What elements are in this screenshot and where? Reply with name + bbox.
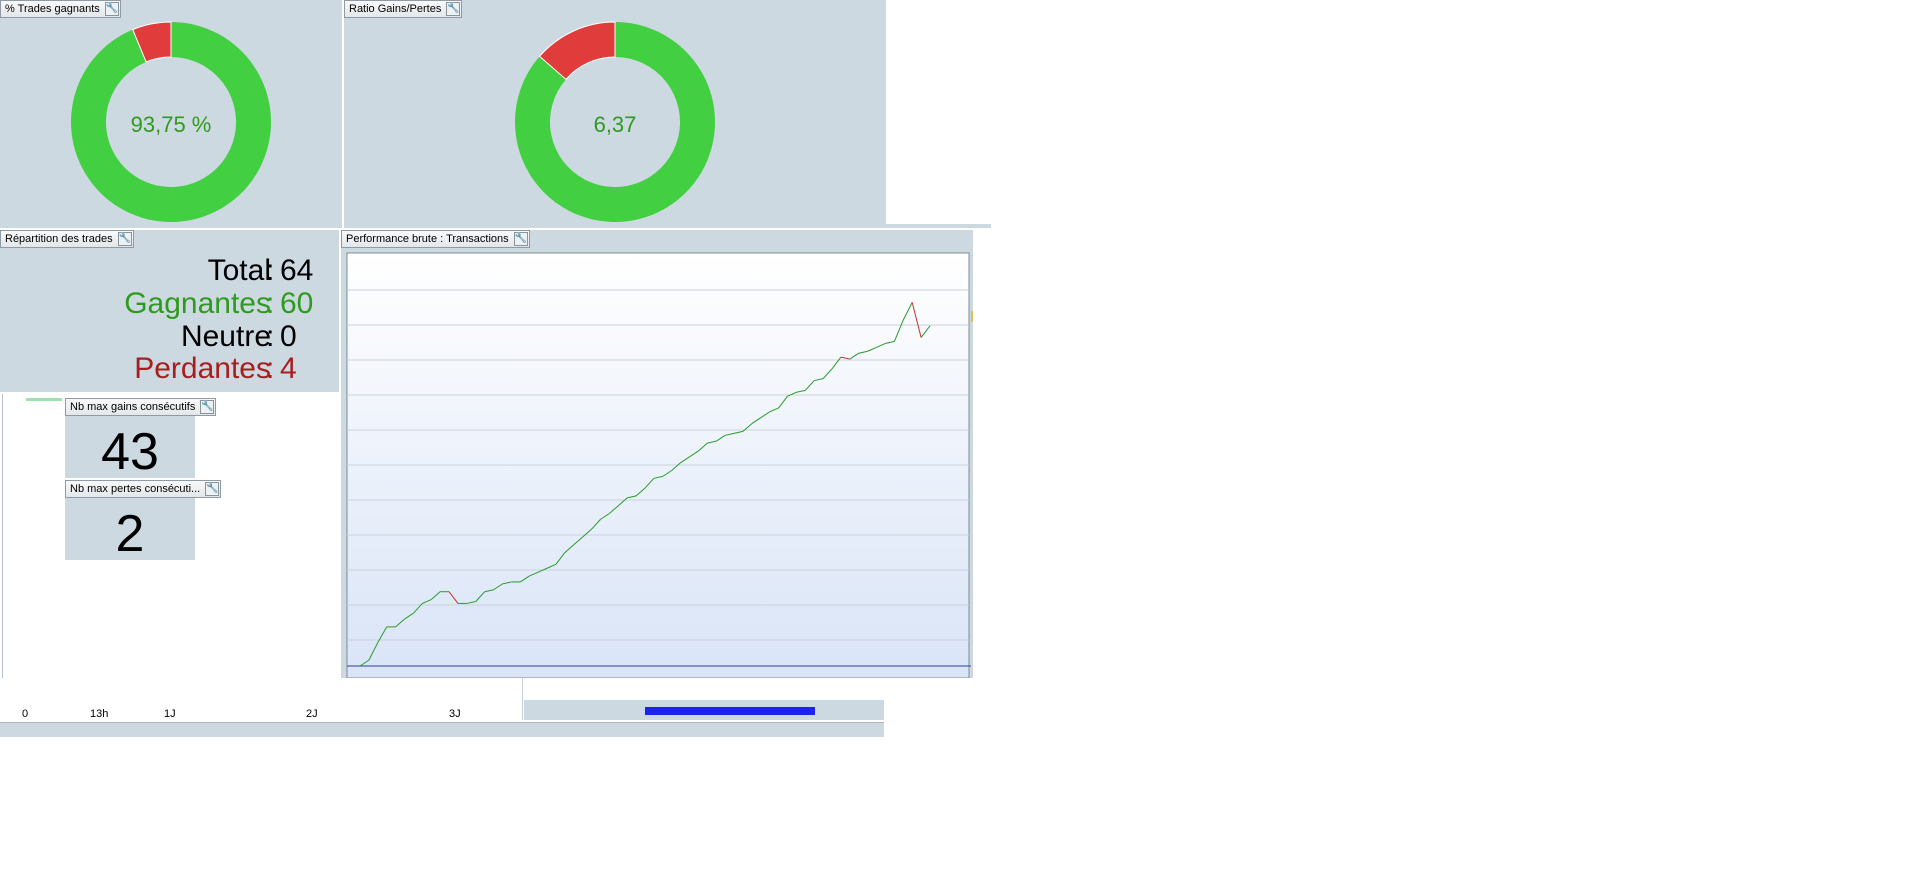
win-percentage: 93,75 % bbox=[130, 112, 212, 137]
timeline-label: 2J bbox=[306, 708, 318, 720]
loss-row: Perdantes : 4 bbox=[0, 352, 300, 392]
win-value: 60 bbox=[280, 287, 314, 320]
win-label: Gagnantes bbox=[124, 287, 271, 320]
distribution-panel: Répartition des trades 🔧 Total : 64 Gagna… bbox=[0, 230, 339, 392]
total-colon: : bbox=[266, 254, 275, 287]
distribution-title: Répartition des trades bbox=[5, 233, 113, 245]
timeline-label: 3J bbox=[449, 708, 461, 720]
win-colon: : bbox=[266, 287, 275, 320]
wrench-icon[interactable]: 🔧 bbox=[205, 482, 220, 496]
divider-strip bbox=[886, 224, 991, 228]
neutral-value: 0 bbox=[280, 320, 297, 353]
timeline-range-bar[interactable] bbox=[645, 707, 815, 715]
total-value: 64 bbox=[280, 254, 314, 287]
performance-panel: Performance brute : Transactions 🔧 bbox=[341, 230, 973, 678]
max-losses-title: Nb max pertes consécuti... bbox=[70, 483, 201, 495]
wrench-icon[interactable]: 🔧 bbox=[200, 400, 215, 414]
panel-title: Nb max gains consécutifs 🔧 bbox=[65, 398, 217, 416]
max-losses-value: 2 bbox=[115, 505, 145, 563]
gain-ratio-value: 6,37 bbox=[593, 112, 637, 137]
panel-title: Nb max pertes consécuti... 🔧 bbox=[65, 480, 222, 498]
axis-marker bbox=[971, 311, 973, 322]
neutral-colon: : bbox=[266, 320, 275, 353]
timeline-label: 1J bbox=[164, 708, 176, 720]
max-gains-title: Nb max gains consécutifs bbox=[70, 401, 196, 413]
performance-chart bbox=[346, 252, 973, 678]
loss-label: Perdantes bbox=[134, 352, 271, 385]
bottom-status-bar bbox=[0, 722, 884, 737]
total-label: Total bbox=[207, 254, 271, 287]
loss-value: 4 bbox=[280, 352, 297, 385]
timeline-strip bbox=[0, 678, 523, 720]
timeline-label: 0 bbox=[22, 708, 29, 720]
mini-bar-mark bbox=[26, 398, 62, 401]
neutral-label: Neutre bbox=[180, 320, 271, 353]
timeline-label: 13h bbox=[90, 708, 109, 720]
gain-ratio-panel: Ratio Gains/Pertes 🔧 6,37 bbox=[344, 0, 886, 228]
max-gains-panel: Nb max gains consécutifs 🔧 43 bbox=[65, 398, 217, 481]
max-losses-panel: Nb max pertes consécuti... 🔧 2 bbox=[65, 480, 222, 563]
panel-title: Répartition des trades 🔧 bbox=[0, 230, 134, 248]
max-gains-value: 43 bbox=[101, 423, 159, 481]
wrench-icon[interactable]: 🔧 bbox=[117, 232, 132, 246]
loss-colon: : bbox=[266, 352, 275, 385]
win-trades-panel: % Trades gagnants 🔧 93,75 % bbox=[0, 0, 342, 228]
